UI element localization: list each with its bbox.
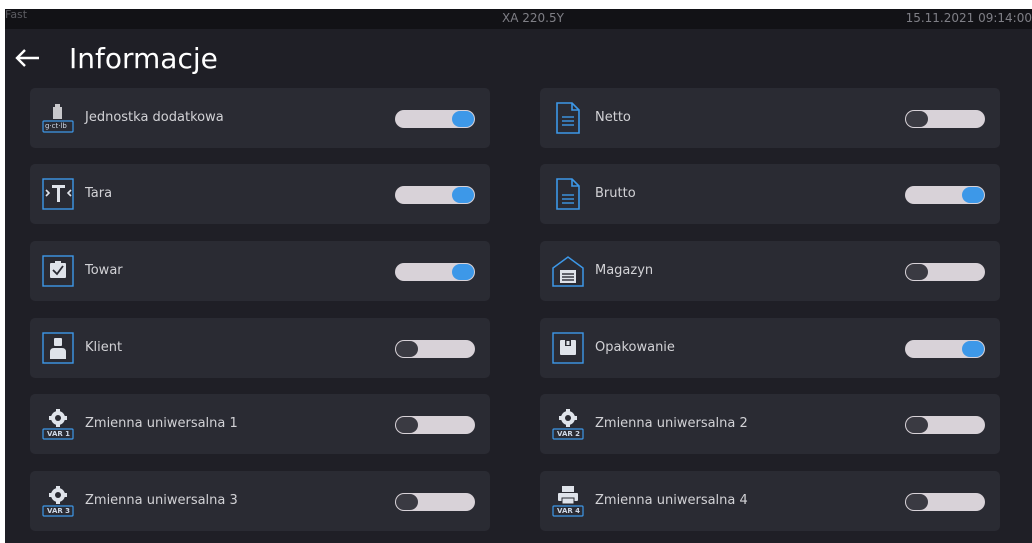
option-label: Zmienna uniwersalna 1 <box>85 416 238 431</box>
document-icon <box>551 177 585 211</box>
toggle-switch[interactable] <box>905 493 985 511</box>
toggle-knob <box>452 264 474 280</box>
back-arrow-icon[interactable] <box>13 43 43 73</box>
option-opakowanie[interactable]: Opakowanie <box>540 318 1000 378</box>
toggle-switch[interactable] <box>395 186 475 204</box>
header: Informacje <box>5 29 1032 89</box>
toggle-switch[interactable] <box>905 110 985 128</box>
option-label: Netto <box>595 110 631 125</box>
variable-printer-icon: VAR 4 <box>551 484 585 518</box>
option-brutto[interactable]: Brutto <box>540 164 1000 224</box>
toggle-switch[interactable] <box>395 340 475 358</box>
option-klient[interactable]: Klient <box>30 318 490 378</box>
document-icon <box>551 101 585 135</box>
unit-badge-text: g·ct·lb <box>45 122 67 130</box>
unit-g-ct-lb-icon: g·ct·lb <box>41 101 75 135</box>
device-model: XA 220.5Y <box>502 11 564 25</box>
toggle-switch[interactable] <box>905 416 985 434</box>
toggle-switch[interactable] <box>905 186 985 204</box>
variable-gear-icon: VAR 1 <box>41 407 75 441</box>
option-label: Jednostka dodatkowa <box>85 110 224 125</box>
product-box-icon <box>41 254 75 288</box>
toggle-switch[interactable] <box>395 416 475 434</box>
option-label: Zmienna uniwersalna 4 <box>595 493 748 508</box>
option-zmienna-uniwersalna-4[interactable]: VAR 4 Zmienna uniwersalna 4 <box>540 471 1000 531</box>
warehouse-icon <box>551 254 585 288</box>
toggle-knob <box>906 111 928 127</box>
option-tara[interactable]: Tara <box>30 164 490 224</box>
variable-gear-icon: VAR 2 <box>551 407 585 441</box>
toggle-knob <box>452 111 474 127</box>
tare-icon <box>41 177 75 211</box>
var-badge-text: VAR 4 <box>557 507 581 515</box>
toggle-switch[interactable] <box>395 263 475 281</box>
option-zmienna-uniwersalna-1[interactable]: VAR 1 Zmienna uniwersalna 1 <box>30 394 490 454</box>
package-icon <box>551 331 585 365</box>
toggle-knob <box>906 494 928 510</box>
toggle-knob <box>396 341 418 357</box>
option-label: Opakowanie <box>595 340 675 355</box>
option-zmienna-uniwersalna-3[interactable]: VAR 3 Zmienna uniwersalna 3 <box>30 471 490 531</box>
page-title: Informacje <box>69 42 218 75</box>
option-label: Magazyn <box>595 263 654 278</box>
toggle-switch[interactable] <box>395 110 475 128</box>
toggle-switch[interactable] <box>905 340 985 358</box>
toggle-switch[interactable] <box>905 263 985 281</box>
toggle-knob <box>906 264 928 280</box>
toggle-knob <box>396 417 418 433</box>
screen: Fast XA 220.5Y 15.11.2021 09:14:00 Infor… <box>5 9 1032 543</box>
var-badge-text: VAR 3 <box>47 507 71 515</box>
person-icon <box>41 331 75 365</box>
option-label: Klient <box>85 340 123 355</box>
option-jednostka-dodatkowa[interactable]: g·ct·lb Jednostka dodatkowa <box>30 88 490 148</box>
option-zmienna-uniwersalna-2[interactable]: VAR 2 Zmienna uniwersalna 2 <box>540 394 1000 454</box>
option-label: Tara <box>85 186 113 201</box>
toggle-knob <box>396 494 418 510</box>
option-label: Towar <box>85 263 123 278</box>
status-mode: Fast <box>5 9 28 21</box>
var-badge-text: VAR 1 <box>47 430 71 438</box>
option-netto[interactable]: Netto <box>540 88 1000 148</box>
toggle-switch[interactable] <box>395 493 475 511</box>
option-label: Zmienna uniwersalna 3 <box>85 493 238 508</box>
option-magazyn[interactable]: Magazyn <box>540 241 1000 301</box>
option-label: Zmienna uniwersalna 2 <box>595 416 748 431</box>
toggle-knob <box>906 417 928 433</box>
status-bar: Fast XA 220.5Y 15.11.2021 09:14:00 <box>5 9 1032 29</box>
date-time: 15.11.2021 09:14:00 <box>905 11 1032 25</box>
var-badge-text: VAR 2 <box>557 430 581 438</box>
toggle-knob <box>452 187 474 203</box>
option-towar[interactable]: Towar <box>30 241 490 301</box>
variable-gear-icon: VAR 3 <box>41 484 75 518</box>
toggle-knob <box>962 341 984 357</box>
option-label: Brutto <box>595 186 636 201</box>
toggle-knob <box>962 187 984 203</box>
